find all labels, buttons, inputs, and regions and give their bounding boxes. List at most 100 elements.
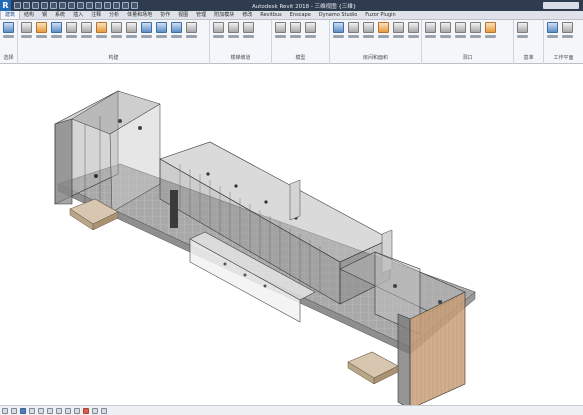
tag-area-tool[interactable] xyxy=(407,22,419,38)
dormer-icon xyxy=(484,22,496,33)
room-separator-tool[interactable] xyxy=(347,22,359,38)
tab-manage[interactable]: 管理 xyxy=(192,11,210,19)
lock-view-icon[interactable] xyxy=(74,407,80,414)
railing-icon xyxy=(212,22,224,33)
railing-icon xyxy=(185,22,197,33)
panel-title-opening: 洞口 xyxy=(462,55,473,61)
show-crop-icon[interactable] xyxy=(65,407,71,414)
close-hidden-icon[interactable] xyxy=(131,2,138,9)
wall-opening-tool[interactable] xyxy=(454,22,466,38)
tab-massing-site[interactable]: 体量和场地 xyxy=(123,11,156,19)
railing-tool[interactable] xyxy=(185,22,197,38)
tab-analyze[interactable]: 分析 xyxy=(105,11,123,19)
tab-systems[interactable]: 系统 xyxy=(51,11,69,19)
level-icon xyxy=(516,22,528,33)
floor-tool[interactable] xyxy=(125,22,137,38)
tag-icon[interactable] xyxy=(86,2,93,9)
wall-tool[interactable] xyxy=(20,22,32,38)
panel-opening: 洞口 xyxy=(422,20,514,64)
3d-view-icon[interactable] xyxy=(104,2,111,9)
by-face-tool[interactable] xyxy=(424,22,436,38)
wall-opening-icon xyxy=(454,22,466,33)
tag-area-icon xyxy=(407,22,419,33)
room-tool[interactable] xyxy=(332,22,344,38)
revit-logo-icon[interactable]: R xyxy=(0,0,11,11)
modify-tool[interactable] xyxy=(2,22,14,38)
component-tool[interactable] xyxy=(65,22,77,38)
panel-title-build: 构建 xyxy=(108,55,119,61)
panel-model: 模型 xyxy=(272,20,330,64)
text-icon[interactable] xyxy=(95,2,102,9)
tab-collaborate[interactable]: 协作 xyxy=(156,11,174,19)
shaft-tool[interactable] xyxy=(439,22,451,38)
tag-room-icon xyxy=(362,22,374,33)
shadows-icon[interactable] xyxy=(38,407,44,414)
measure-icon[interactable] xyxy=(68,2,75,9)
tab-view[interactable]: 视图 xyxy=(174,11,192,19)
by-face-icon xyxy=(424,22,436,33)
scale-icon[interactable] xyxy=(2,407,8,414)
section-icon[interactable] xyxy=(113,2,120,9)
tab-add-ins[interactable]: 附加模块 xyxy=(210,11,238,19)
roof-tool[interactable] xyxy=(95,22,107,38)
model-group-tool[interactable] xyxy=(304,22,316,38)
set-work-plane-tool[interactable] xyxy=(546,22,558,38)
window-tool[interactable] xyxy=(50,22,62,38)
visual-style-icon[interactable] xyxy=(20,407,26,414)
redo-icon[interactable] xyxy=(50,2,57,9)
tab-steel[interactable]: 钢 xyxy=(38,11,51,19)
area-boundary-tool[interactable] xyxy=(392,22,404,38)
vertical-opening-tool[interactable] xyxy=(469,22,481,38)
tab-modify[interactable]: 修改 xyxy=(238,11,256,19)
door-tool[interactable] xyxy=(35,22,47,38)
tab-revitbus[interactable]: Revitbus xyxy=(256,11,286,19)
vertical-opening-icon xyxy=(469,22,481,33)
thin-lines-icon[interactable] xyxy=(122,2,129,9)
view-control-bar xyxy=(0,405,583,415)
show-icon xyxy=(561,22,573,33)
stair-tool[interactable] xyxy=(242,22,254,38)
area-tool[interactable] xyxy=(377,22,389,38)
curtain-grid-icon xyxy=(155,22,167,33)
model-line-tool[interactable] xyxy=(289,22,301,38)
curtain-grid-tool[interactable] xyxy=(155,22,167,38)
curtain-system-tool[interactable] xyxy=(140,22,152,38)
tab-fuzor-plugin[interactable]: Fuzor Plugin xyxy=(361,11,399,19)
mullion-tool[interactable] xyxy=(170,22,182,38)
model-text-tool[interactable] xyxy=(274,22,286,38)
window-icon xyxy=(50,22,62,33)
shaft-icon xyxy=(439,22,451,33)
undo-icon[interactable] xyxy=(41,2,48,9)
search-input[interactable] xyxy=(543,2,579,9)
tab-enscape[interactable]: Enscape xyxy=(286,11,315,19)
crop-view-icon[interactable] xyxy=(56,407,62,414)
temporary-hide-icon[interactable] xyxy=(83,407,89,414)
railing-circ-tool[interactable] xyxy=(212,22,224,38)
worksharing-icon[interactable] xyxy=(101,407,107,414)
sun-path-icon[interactable] xyxy=(29,407,35,414)
ceiling-tool[interactable] xyxy=(110,22,122,38)
dimension-icon[interactable] xyxy=(77,2,84,9)
show-work-plane-tool[interactable] xyxy=(561,22,573,38)
tab-architecture[interactable]: 建筑 xyxy=(0,11,21,19)
sync-icon[interactable] xyxy=(32,2,39,9)
detail-level-icon[interactable] xyxy=(11,407,17,414)
save-icon[interactable] xyxy=(23,2,30,9)
3d-view-canvas[interactable] xyxy=(0,64,583,405)
area-boundary-icon xyxy=(392,22,404,33)
render-icon[interactable] xyxy=(47,407,53,414)
print-icon[interactable] xyxy=(59,2,66,9)
tab-annotate[interactable]: 注释 xyxy=(87,11,105,19)
quick-access-toolbar xyxy=(11,2,138,9)
dormer-tool[interactable] xyxy=(484,22,496,38)
open-icon[interactable] xyxy=(14,2,21,9)
level-tool[interactable] xyxy=(516,22,528,38)
tab-structure[interactable]: 结构 xyxy=(20,11,38,19)
reveal-hidden-icon[interactable] xyxy=(92,407,98,414)
panel-work-plane: 工作平面 xyxy=(544,20,583,64)
tab-insert[interactable]: 插入 xyxy=(69,11,87,19)
tag-room-tool[interactable] xyxy=(362,22,374,38)
ramp-tool[interactable] xyxy=(227,22,239,38)
tab-dynamo-studio[interactable]: Dynamo Studio xyxy=(315,11,362,19)
column-tool[interactable] xyxy=(80,22,92,38)
